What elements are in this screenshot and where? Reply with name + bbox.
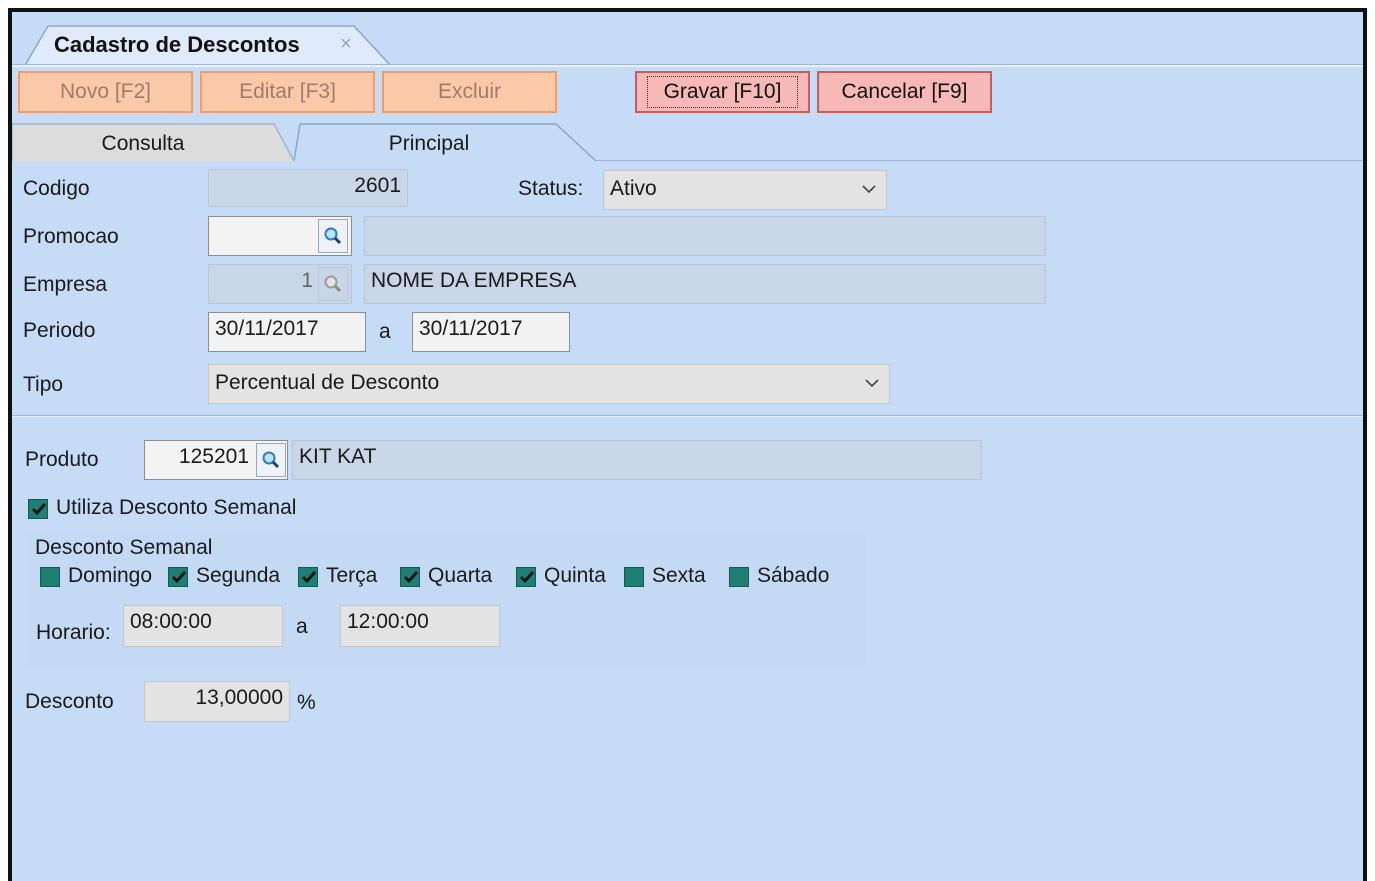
- produto-lookup-button[interactable]: [256, 443, 286, 477]
- form-tab[interactable]: Cadastro de Descontos ×: [22, 24, 393, 68]
- cancelar-button-label: Cancelar [F9]: [841, 80, 968, 103]
- codigo-label: Codigo: [23, 177, 90, 200]
- periodo-from-field[interactable]: 30/11/2017: [208, 312, 366, 352]
- day-checkbox-quarta[interactable]: [400, 567, 420, 587]
- desconto-field[interactable]: 13,00000: [144, 681, 290, 722]
- periodo-label: Periodo: [23, 319, 96, 342]
- editar-button[interactable]: Editar [F3]: [200, 71, 375, 113]
- promocao-lookup-button[interactable]: [318, 219, 348, 253]
- novo-button-label: Novo [F2]: [59, 80, 152, 103]
- toolbar-divider: [12, 64, 1363, 67]
- check-icon: [403, 571, 419, 584]
- section-divider: [12, 415, 1363, 417]
- excluir-button-label: Excluir: [437, 80, 501, 103]
- status-select[interactable]: Ativo: [603, 170, 887, 210]
- check-icon: [519, 571, 535, 584]
- horario-label: Horario:: [36, 621, 111, 644]
- tab-consulta-label: Consulta: [101, 132, 185, 155]
- horario-from-field[interactable]: 08:00:00: [123, 605, 283, 647]
- day-label-sabado: Sábado: [757, 564, 830, 587]
- horario-separator: a: [296, 615, 308, 638]
- excluir-button[interactable]: Excluir: [382, 71, 557, 113]
- day-checkbox-domingo[interactable]: [40, 567, 60, 587]
- day-checkbox-quinta[interactable]: [516, 567, 536, 587]
- utiliza-desconto-semanal-label: Utiliza Desconto Semanal: [56, 496, 297, 519]
- search-icon: [262, 451, 280, 469]
- day-checkbox-sexta[interactable]: [624, 567, 644, 587]
- day-label-segunda: Segunda: [196, 564, 281, 587]
- produto-label: Produto: [25, 448, 99, 471]
- check-icon: [301, 571, 317, 584]
- promocao-label: Promocao: [23, 225, 119, 248]
- tipo-label: Tipo: [23, 373, 64, 396]
- chevron-down-icon: [862, 185, 876, 194]
- chevron-down-icon: [865, 379, 879, 388]
- utiliza-desconto-semanal-checkbox[interactable]: [28, 499, 48, 519]
- periodo-to-field[interactable]: 30/11/2017: [412, 312, 570, 352]
- tab-principal[interactable]: Principal: [294, 122, 604, 162]
- tipo-select-value: Percentual de Desconto: [215, 371, 440, 394]
- horario-to-field[interactable]: 12:00:00: [340, 605, 500, 647]
- periodo-separator: a: [379, 320, 391, 343]
- empresa-lookup-button: [318, 267, 348, 301]
- tipo-select[interactable]: Percentual de Desconto: [208, 364, 890, 404]
- day-label-terca: Terça: [326, 564, 378, 587]
- codigo-field: 2601: [208, 169, 408, 207]
- tab-principal-label: Principal: [388, 132, 470, 155]
- search-icon: [324, 227, 342, 245]
- close-icon[interactable]: ×: [340, 33, 352, 56]
- day-label-quarta: Quarta: [428, 564, 493, 587]
- empresa-description: NOME DA EMPRESA: [364, 264, 1046, 304]
- day-checkbox-segunda[interactable]: [168, 567, 188, 587]
- check-icon: [31, 503, 47, 516]
- cancelar-button[interactable]: Cancelar [F9]: [817, 71, 992, 113]
- status-select-value: Ativo: [610, 177, 657, 200]
- empresa-label: Empresa: [23, 273, 108, 296]
- check-icon: [171, 571, 187, 584]
- desconto-semanal-title: Desconto Semanal: [35, 536, 213, 559]
- promocao-description: [364, 216, 1046, 256]
- form-tab-title: Cadastro de Descontos: [54, 32, 300, 57]
- discount-registration-window: Cadastro de Descontos × Novo [F2] Editar…: [8, 8, 1367, 881]
- gravar-button[interactable]: Gravar [F10]: [635, 71, 810, 113]
- day-label-quinta: Quinta: [544, 564, 606, 587]
- day-checkbox-sabado[interactable]: [729, 567, 749, 587]
- produto-description: KIT KAT: [292, 440, 982, 480]
- tab-consulta[interactable]: Consulta: [12, 122, 302, 162]
- day-label-sexta: Sexta: [652, 564, 706, 587]
- novo-button[interactable]: Novo [F2]: [18, 71, 193, 113]
- gravar-button-label: Gravar [F10]: [646, 76, 799, 108]
- status-label: Status:: [518, 177, 584, 200]
- desconto-unit: %: [297, 691, 316, 714]
- day-label-domingo: Domingo: [68, 564, 153, 587]
- desconto-label: Desconto: [25, 690, 114, 713]
- search-icon: [324, 275, 342, 293]
- editar-button-label: Editar [F3]: [239, 80, 336, 103]
- day-checkbox-terca[interactable]: [298, 567, 318, 587]
